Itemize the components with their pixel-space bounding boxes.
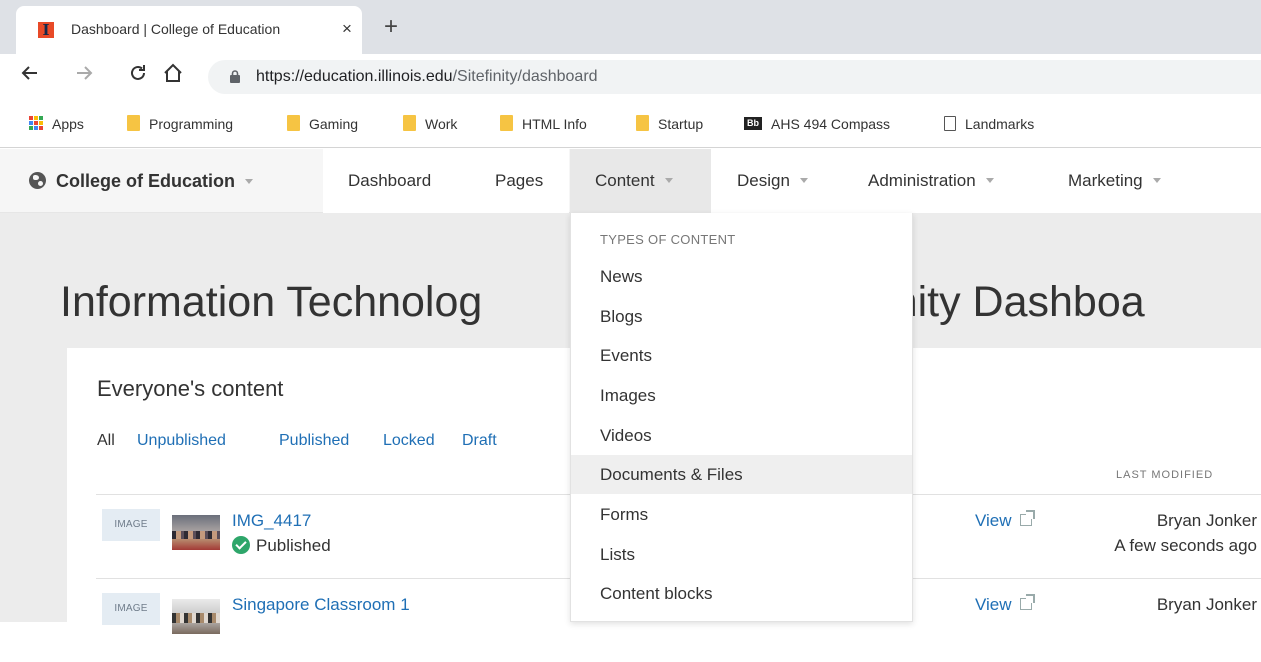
bookmark-landmarks[interactable]: Landmarks bbox=[944, 114, 1034, 134]
owner-name: Bryan Jonker bbox=[1156, 595, 1257, 614]
content-title-link[interactable]: IMG_4417 bbox=[232, 511, 311, 531]
forward-arrow-icon[interactable] bbox=[74, 63, 94, 83]
home-icon[interactable] bbox=[162, 63, 184, 83]
page-title-left: Information Technolog bbox=[60, 278, 483, 326]
bookmark-startup[interactable]: Startup bbox=[636, 114, 703, 134]
view-label: View bbox=[975, 595, 1012, 614]
folder-icon bbox=[403, 115, 416, 132]
address-bar[interactable]: https://education.illinois.edu/Sitefinit… bbox=[208, 60, 1261, 94]
owner-name: Bryan Jonker bbox=[1156, 511, 1257, 530]
chevron-down-icon bbox=[799, 178, 808, 183]
back-arrow-icon[interactable] bbox=[20, 63, 40, 83]
bookmark-label: Gaming bbox=[309, 116, 359, 132]
content-type-badge: IMAGE bbox=[102, 593, 160, 625]
globe-icon bbox=[29, 172, 46, 189]
modified-time: A few seconds ago bbox=[1114, 536, 1257, 555]
url-text: https://education.illinois.edu/Sitefinit… bbox=[256, 68, 598, 86]
nav-label: Administration bbox=[868, 171, 976, 190]
status-text: Published bbox=[256, 536, 331, 555]
lock-icon bbox=[230, 70, 240, 83]
external-link-icon bbox=[1019, 594, 1035, 610]
browser-tab[interactable]: I Dashboard | College of Education × bbox=[16, 6, 362, 54]
nav-design[interactable]: Design bbox=[711, 149, 843, 213]
nav-dashboard[interactable]: Dashboard bbox=[323, 149, 469, 213]
bookmark-label: Landmarks bbox=[965, 116, 1035, 132]
folder-icon bbox=[127, 115, 140, 132]
illinois-logo-icon: I bbox=[38, 22, 54, 38]
site-selector[interactable]: College of Education bbox=[29, 171, 254, 192]
site-name: College of Education bbox=[56, 171, 236, 191]
url-path: /Sitefinity/dashboard bbox=[452, 68, 598, 85]
sitefinity-top-nav: College of Education Dashboard Pages Con… bbox=[0, 149, 1261, 213]
browser-tab-strip: I Dashboard | College of Education × + bbox=[0, 0, 1261, 54]
nav-content[interactable]: Content bbox=[570, 149, 711, 213]
nav-label: Dashboard bbox=[348, 171, 432, 190]
folder-icon bbox=[636, 115, 649, 132]
bookmark-apps[interactable]: Apps bbox=[29, 114, 84, 134]
dropdown-section-header: TYPES OF CONTENT bbox=[600, 232, 736, 247]
image-thumbnail[interactable] bbox=[172, 599, 220, 634]
bookmark-programming[interactable]: Programming bbox=[127, 114, 233, 134]
nav-label: Pages bbox=[495, 171, 544, 190]
page-icon bbox=[944, 115, 956, 131]
menu-item-forms[interactable]: Forms bbox=[571, 495, 912, 534]
chevron-down-icon bbox=[245, 179, 254, 184]
content-title-link[interactable]: Singapore Classroom 1 bbox=[232, 595, 410, 615]
menu-item-videos[interactable]: Videos bbox=[571, 416, 912, 455]
tab-title: Dashboard | College of Education bbox=[71, 21, 319, 37]
chevron-down-icon bbox=[1152, 178, 1161, 183]
menu-item-documents-files[interactable]: Documents & Files bbox=[571, 455, 912, 494]
menu-item-news[interactable]: News bbox=[571, 257, 912, 296]
content-type-badge: IMAGE bbox=[102, 509, 160, 541]
menu-item-lists[interactable]: Lists bbox=[571, 535, 912, 574]
bookmark-label: Startup bbox=[658, 116, 704, 132]
nav-marketing[interactable]: Marketing bbox=[1043, 149, 1261, 213]
menu-item-images[interactable]: Images bbox=[571, 376, 912, 415]
url-host: https://education.illinois.edu bbox=[256, 68, 453, 85]
content-dropdown-menu: TYPES OF CONTENT News Blogs Events Image… bbox=[570, 213, 913, 622]
check-circle-icon bbox=[232, 536, 250, 554]
bookmark-label: AHS 494 Compass bbox=[771, 116, 891, 132]
column-header-last-modified: LAST MODIFIED bbox=[1116, 469, 1214, 481]
nav-label: Marketing bbox=[1068, 171, 1143, 190]
menu-item-blogs[interactable]: Blogs bbox=[571, 297, 912, 336]
bookmark-html-info[interactable]: HTML Info bbox=[500, 114, 587, 134]
view-label: View bbox=[975, 511, 1012, 530]
bookmark-label: Apps bbox=[52, 116, 84, 132]
panel-title: Everyone's content bbox=[97, 376, 284, 401]
new-tab-button[interactable]: + bbox=[384, 15, 398, 39]
bookmark-work[interactable]: Work bbox=[403, 114, 457, 134]
close-tab-icon[interactable]: × bbox=[342, 20, 352, 38]
filter-unpublished[interactable]: Unpublished bbox=[137, 432, 226, 450]
chevron-down-icon bbox=[664, 178, 673, 183]
folder-icon bbox=[287, 115, 300, 132]
blackboard-icon: Bb bbox=[744, 116, 762, 130]
bookmark-label: Programming bbox=[149, 116, 234, 132]
bookmark-ahs-494-compass[interactable]: Bb AHS 494 Compass bbox=[744, 114, 890, 134]
bookmark-label: Work bbox=[425, 116, 458, 132]
apps-grid-icon bbox=[29, 116, 43, 131]
nav-label: Content bbox=[595, 171, 655, 190]
filter-draft[interactable]: Draft bbox=[462, 432, 497, 450]
browser-toolbar: https://education.illinois.edu/Sitefinit… bbox=[0, 54, 1261, 98]
view-link[interactable]: View bbox=[975, 594, 1035, 615]
filter-locked[interactable]: Locked bbox=[383, 432, 435, 450]
nav-label: Design bbox=[737, 171, 790, 190]
view-link[interactable]: View bbox=[975, 510, 1035, 531]
bookmarks-bar: Apps Programming Gaming Work HTML Info S… bbox=[0, 98, 1261, 148]
filter-all[interactable]: All bbox=[97, 432, 115, 450]
bookmark-label: HTML Info bbox=[522, 116, 587, 132]
menu-item-events[interactable]: Events bbox=[571, 336, 912, 375]
chevron-down-icon bbox=[985, 178, 994, 183]
filter-published[interactable]: Published bbox=[279, 432, 349, 450]
nav-administration[interactable]: Administration bbox=[843, 149, 1043, 213]
image-thumbnail[interactable] bbox=[172, 515, 220, 550]
status-badge: Published bbox=[232, 536, 331, 556]
external-link-icon bbox=[1019, 510, 1035, 526]
nav-pages[interactable]: Pages bbox=[469, 149, 569, 213]
menu-item-content-blocks[interactable]: Content blocks bbox=[571, 574, 912, 613]
folder-icon bbox=[500, 115, 513, 132]
bookmark-gaming[interactable]: Gaming bbox=[287, 114, 358, 134]
reload-icon[interactable] bbox=[128, 63, 148, 83]
